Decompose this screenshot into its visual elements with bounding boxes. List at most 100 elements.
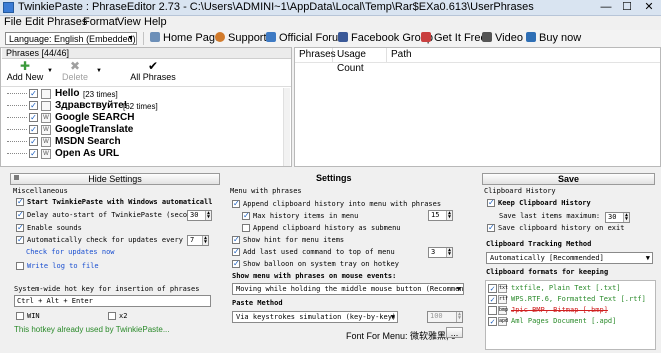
- delete-label: Delete: [61, 72, 88, 82]
- video-link[interactable]: Video: [482, 31, 523, 46]
- delay-seconds-input[interactable]: 30 ▲ ▼: [187, 210, 212, 221]
- format-label: Jpic BMP, Bitmap [.bmp]: [511, 306, 608, 314]
- tracking-value: Automatically [Recommended]: [490, 254, 604, 262]
- home-page-link[interactable]: Home Page: [150, 31, 221, 46]
- official-forum-link[interactable]: Official Forum: [266, 31, 347, 46]
- chevron-down-icon: ▼: [127, 35, 134, 42]
- web-icon: W: [41, 113, 51, 123]
- minimize-button[interactable]: —: [596, 0, 616, 14]
- save-last-input[interactable]: 30 ▲ ▼: [605, 212, 630, 223]
- delete-button[interactable]: ✖ Delete: [59, 60, 91, 82]
- spin-arrows-icon[interactable]: ▲ ▼: [456, 312, 462, 322]
- phrase-name: Здравствуйте!: [55, 100, 128, 111]
- home-page-label: Home Page: [163, 32, 222, 44]
- spin-arrows-icon[interactable]: ▲ ▼: [623, 213, 629, 222]
- buy-now-link[interactable]: Buy now: [526, 31, 581, 46]
- phrase-checkbox[interactable]: ✓: [29, 101, 38, 110]
- menu-view[interactable]: View: [117, 16, 141, 28]
- format-checkbox[interactable]: [488, 306, 497, 315]
- panel-divider: [1, 86, 291, 87]
- all-phrases-button[interactable]: ✔ All Phrases: [127, 60, 179, 82]
- language-select[interactable]: Language: English (Embedded) ▼: [5, 32, 137, 45]
- column-path[interactable]: Path: [387, 48, 447, 62]
- support-icon: [215, 32, 225, 42]
- add-last-used-input[interactable]: 3 ▲ ▼: [428, 247, 453, 258]
- spin-arrows-icon[interactable]: ▲ ▼: [202, 236, 208, 245]
- phrase-name: Hello: [55, 88, 80, 99]
- mouse-event-select[interactable]: Moving while holding the middle mouse bu…: [232, 283, 464, 295]
- paste-delay-input[interactable]: 100 ▲ ▼: [427, 311, 463, 323]
- tracking-select[interactable]: Automatically [Recommended] ▼: [486, 252, 653, 264]
- menu-phrases[interactable]: Phrases: [47, 16, 87, 28]
- get-it-free-link[interactable]: Get It Free: [421, 31, 487, 46]
- mouse-events-title: Show menu with phrases on mouse events:: [232, 272, 397, 280]
- paste-method-title: Paste Method: [232, 299, 283, 307]
- video-icon: [482, 32, 492, 42]
- language-value: Language: English (Embedded): [9, 34, 136, 44]
- video-label: Video: [495, 32, 523, 44]
- formats-title: Clipboard formats for keeping: [486, 268, 609, 276]
- apd-file-icon: apd: [498, 317, 509, 326]
- phrase-checkbox[interactable]: ✓: [29, 137, 38, 146]
- window-title: TwinkiePaste : PhraseEditor 2.73 - C:\Us…: [18, 1, 534, 13]
- collapse-icon: [14, 175, 19, 180]
- add-dropdown-icon[interactable]: ▼: [47, 68, 53, 74]
- facebook-group-link[interactable]: Facebook Group: [338, 31, 433, 46]
- phrase-checkbox[interactable]: ✓: [29, 125, 38, 134]
- add-new-button[interactable]: ✚ Add New: [5, 60, 45, 82]
- phrase-type-icon: [41, 101, 51, 111]
- menu-format[interactable]: Format: [83, 16, 118, 28]
- save-label: Save: [557, 174, 580, 184]
- formats-list: ✓ txt txtfile, Plain Text [.txt] ✓ rtf W…: [485, 280, 656, 350]
- phrases-table: Phrases Usage Count Path: [294, 47, 661, 167]
- font-picker-button[interactable]: ...: [446, 327, 463, 338]
- spin-arrows-icon[interactable]: ▲ ▼: [205, 211, 211, 220]
- text-file-icon: txt: [498, 284, 509, 293]
- save-button[interactable]: Save: [482, 173, 655, 185]
- rtf-file-icon: rtf: [498, 295, 509, 304]
- check-updates-link[interactable]: Check for updates now: [26, 248, 115, 256]
- support-label: Support: [228, 32, 267, 44]
- gift-icon: [421, 32, 431, 42]
- menu-help[interactable]: Help: [144, 16, 167, 28]
- spin-arrows-icon[interactable]: ▲ ▼: [446, 211, 452, 220]
- font-label: Font For Menu: 微软雅黑, 9: [346, 331, 457, 341]
- chevron-down-icon: ▼: [390, 313, 395, 321]
- web-icon: W: [41, 149, 51, 159]
- hide-settings-button[interactable]: Hide Settings: [10, 173, 220, 185]
- update-days-input[interactable]: 7 ▲ ▼: [187, 235, 209, 246]
- format-label: txtfile, Plain Text [.txt]: [511, 284, 621, 292]
- column-usage-count[interactable]: Usage Count: [333, 48, 387, 74]
- menu-file[interactable]: File: [4, 16, 22, 28]
- phrase-checkbox[interactable]: ✓: [29, 113, 38, 122]
- column-phrases[interactable]: Phrases: [295, 48, 336, 62]
- format-checkbox[interactable]: ✓: [488, 317, 497, 326]
- add-new-label: Add New: [6, 72, 44, 82]
- table-header-divider: [295, 62, 660, 63]
- spin-arrows-icon[interactable]: ▲ ▼: [446, 248, 452, 257]
- phrase-checkbox[interactable]: ✓: [29, 89, 38, 98]
- format-checkbox[interactable]: ✓: [488, 295, 497, 304]
- support-link[interactable]: Support: [215, 31, 267, 46]
- app-icon: [3, 2, 14, 13]
- hotkey-input[interactable]: Ctrl + Alt + Enter: [14, 295, 211, 307]
- close-button[interactable]: ✕: [638, 0, 660, 14]
- tree-scrollbar[interactable]: [283, 88, 290, 166]
- menu-edit[interactable]: Edit: [25, 16, 44, 28]
- toolbar-divider: [143, 32, 144, 45]
- web-icon: W: [41, 137, 51, 147]
- buy-now-label: Buy now: [539, 32, 582, 44]
- max-history-input[interactable]: 15 ▲ ▼: [428, 210, 453, 221]
- bitmap-file-icon: bmp: [498, 306, 509, 315]
- phrase-name: Google SEARCH: [55, 112, 135, 123]
- maximize-button[interactable]: ☐: [617, 0, 637, 14]
- paste-method-select[interactable]: Via keystrokes simulation (key-by-key) ▼: [232, 311, 398, 323]
- all-phrases-label: All Phrases: [130, 72, 176, 82]
- format-checkbox[interactable]: ✓: [488, 284, 497, 293]
- home-icon: [150, 32, 160, 42]
- tracking-title: Clipboard Tracking Method: [486, 240, 592, 248]
- phrase-checkbox[interactable]: ✓: [29, 149, 38, 158]
- delete-dropdown-icon[interactable]: ▼: [96, 68, 102, 74]
- menu-phrases-title: Menu with phrases: [230, 187, 302, 195]
- chevron-down-icon: ▼: [645, 254, 650, 262]
